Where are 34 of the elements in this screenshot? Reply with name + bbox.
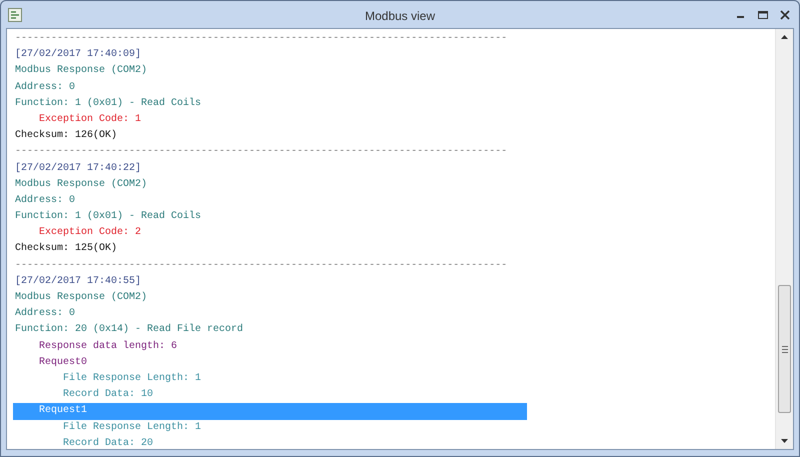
app-icon xyxy=(8,8,22,22)
timestamp[interactable]: [27/02/2017 17:40:22] xyxy=(13,160,527,177)
log-line[interactable]: Function: 1 (0x01) - Read Coils xyxy=(13,209,527,226)
error-line[interactable]: Exception Code: 2 xyxy=(13,225,527,242)
scrollbar[interactable] xyxy=(775,29,793,449)
field-line[interactable]: Request0 xyxy=(13,354,527,371)
detail-line[interactable]: Record Data: 20 xyxy=(13,436,527,449)
close-icon[interactable] xyxy=(780,10,790,20)
separator-line[interactable]: ---------------------------------------------------------------------------------- xyxy=(13,258,527,274)
separator-line[interactable]: ---------------------------------------------------------------------------------- xyxy=(13,31,527,48)
log-line[interactable]: Address: 0 xyxy=(13,192,527,210)
log-line[interactable]: Modbus Response (COM2) xyxy=(13,176,527,193)
log-line[interactable]: Function: 1 (0x01) - Read Coils xyxy=(13,96,527,112)
scroll-up-icon[interactable] xyxy=(781,35,788,39)
checksum-line[interactable]: Checksum: 126(OK) xyxy=(13,128,527,144)
log-line[interactable]: Address: 0 xyxy=(13,80,527,96)
detail-line[interactable]: Record Data: 10 xyxy=(13,387,527,404)
checksum-line[interactable]: Checksum: 125(OK) xyxy=(13,241,527,258)
error-line[interactable]: Exception Code: 1 xyxy=(13,112,527,128)
detail-line[interactable]: File Response Length: 1 xyxy=(13,370,527,388)
field-line[interactable]: Response data length: 6 xyxy=(13,338,527,355)
maximize-icon[interactable] xyxy=(758,10,768,20)
log-line[interactable]: Function: 20 (0x14) - Read File record xyxy=(13,322,527,339)
separator-line[interactable]: ---------------------------------------------------------------------------------- xyxy=(13,144,527,160)
timestamp[interactable]: [27/02/2017 17:40:55] xyxy=(13,274,527,290)
scroll-down-icon[interactable] xyxy=(781,439,788,443)
log-line[interactable]: Address: 0 xyxy=(13,306,527,322)
window-title: Modbus view xyxy=(364,9,436,23)
grip-icon xyxy=(782,346,788,352)
log-line[interactable]: Modbus Response (COM2) xyxy=(13,290,527,306)
timestamp[interactable]: [27/02/2017 17:40:09] xyxy=(13,47,527,64)
log-line[interactable]: Modbus Response (COM2) xyxy=(13,63,527,80)
scroll-thumb[interactable] xyxy=(778,285,791,413)
detail-line[interactable]: File Response Length: 1 xyxy=(13,420,527,436)
